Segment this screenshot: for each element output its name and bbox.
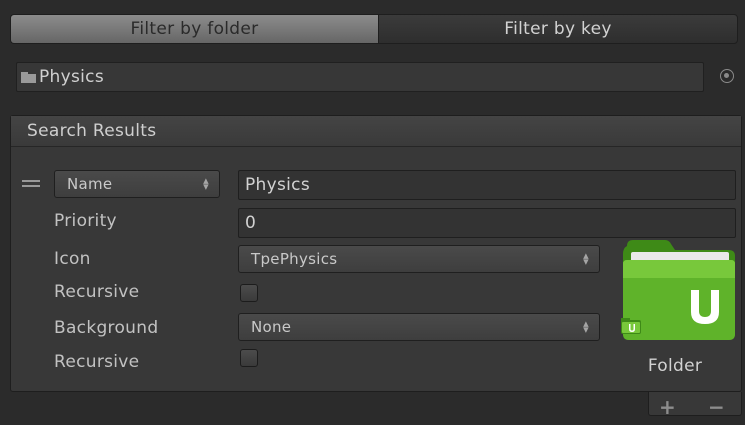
- folder-preview-caption: Folder: [647, 356, 703, 376]
- remove-button[interactable]: −: [708, 395, 725, 419]
- add-button[interactable]: +: [659, 395, 676, 419]
- background-recursive-checkbox[interactable]: [240, 349, 258, 367]
- tab-filter-by-key[interactable]: Filter by key: [378, 14, 738, 44]
- folder-path-label: Physics: [39, 67, 104, 87]
- tab-filter-by-folder[interactable]: Filter by folder: [10, 14, 378, 44]
- drag-handle-icon[interactable]: [22, 180, 40, 188]
- match-value-field[interactable]: Physics: [238, 170, 736, 200]
- object-picker-icon[interactable]: [720, 69, 734, 83]
- dropdown-arrows-icon: ▴ ▾: [583, 317, 589, 336]
- dropdown-arrows-icon: ▴ ▾: [583, 249, 589, 268]
- priority-field[interactable]: 0: [238, 208, 736, 238]
- priority-value: 0: [245, 213, 257, 233]
- icon-recursive-label: Recursive: [54, 282, 140, 302]
- background-label: Background: [54, 318, 159, 338]
- background-recursive-label: Recursive: [54, 352, 140, 372]
- match-value-text: Physics: [245, 175, 310, 195]
- match-mode-value: Name: [67, 175, 113, 193]
- background-dropdown[interactable]: None ▴ ▾: [238, 313, 600, 341]
- dropdown-arrows-icon: ▴ ▾: [203, 174, 209, 193]
- priority-label: Priority: [54, 211, 117, 231]
- icon-recursive-checkbox[interactable]: [240, 284, 258, 302]
- icon-label: Icon: [54, 249, 91, 269]
- search-results-header: Search Results: [11, 116, 741, 147]
- icon-dropdown[interactable]: TpePhysics ▴ ▾: [238, 245, 600, 273]
- icon-dropdown-value: TpePhysics: [251, 250, 338, 268]
- background-dropdown-value: None: [251, 318, 292, 336]
- folder-preview-icon: [621, 240, 735, 340]
- match-mode-dropdown[interactable]: Name ▴ ▾: [54, 170, 220, 198]
- folder-icon: [21, 71, 36, 83]
- folder-path-field[interactable]: Physics: [16, 62, 704, 92]
- search-results-title: Search Results: [27, 121, 157, 141]
